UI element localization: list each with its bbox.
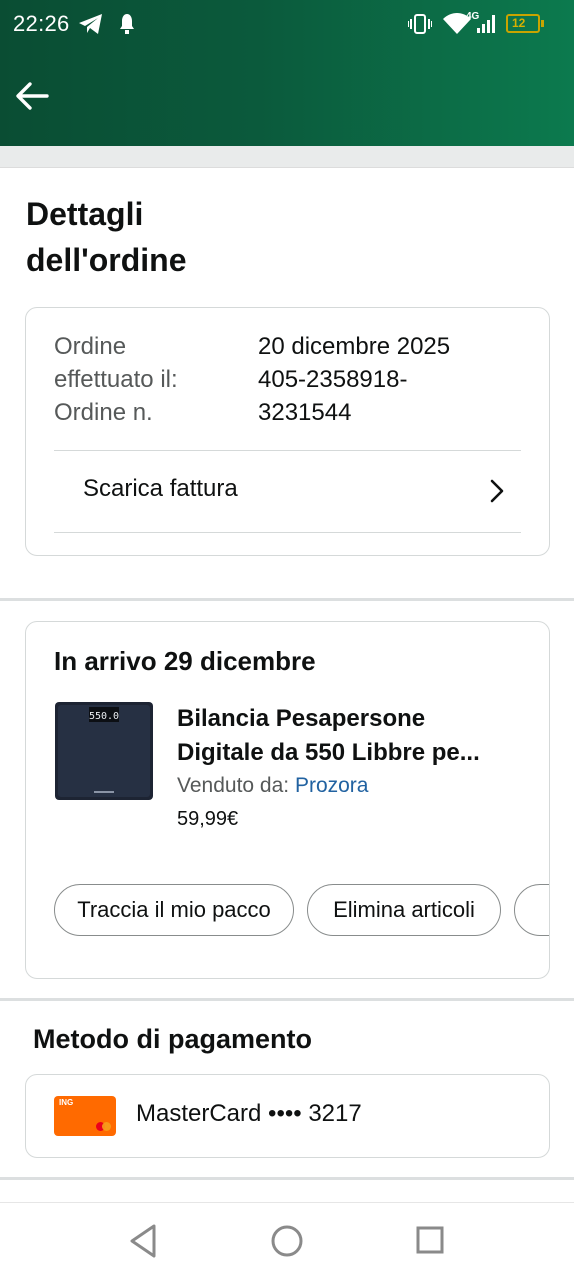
page-title-line: Dettagli [26, 196, 144, 232]
status-time: 22:26 [13, 11, 70, 36]
payment-method-title: Metodo di pagamento [33, 1024, 312, 1054]
seller-link[interactable]: Prozora [295, 774, 369, 797]
product-image[interactable]: 550.0 [54, 701, 154, 801]
payment-method-card[interactable]: ING MasterCard •••• 3217 [25, 1074, 550, 1158]
order-number-label: Ordine n. [54, 399, 153, 426]
sold-by-label: Venduto da: [177, 774, 290, 797]
arrow-left-icon [16, 82, 49, 110]
signal-icon [477, 15, 495, 33]
chevron-right-icon [490, 479, 504, 503]
download-invoice-label: Scarica fattura [83, 475, 238, 502]
product-price: 59,99€ [177, 808, 239, 830]
app-header: 22:26 4G 12 [0, 0, 574, 146]
product-title-line: Digitale da 550 Libbre pe... [177, 739, 480, 766]
vibrate-icon [408, 14, 432, 34]
system-navigation-bar [0, 1202, 574, 1280]
nav-home-button[interactable] [270, 1222, 304, 1260]
scale-display: 550.0 [89, 711, 119, 722]
product-title-link[interactable]: Bilancia Pesapersone Digitale da 550 Lib… [177, 702, 522, 770]
more-actions-button[interactable] [514, 884, 549, 936]
shipment-card: In arrivo 29 dicembre 550.0 Bilancia Pes… [25, 621, 550, 979]
delivery-status-title: In arrivo 29 dicembre [54, 646, 316, 676]
order-info-card: Ordine effettuato il: Ordine n. 20 dicem… [25, 307, 550, 556]
page-title-line: dell'ordine [26, 242, 187, 278]
page-title: Dettagli dell'ordine [26, 191, 326, 283]
order-info-values: 20 dicembre 2025 405-2358918- 3231544 [258, 330, 450, 429]
order-date: 20 dicembre 2025 [258, 333, 451, 360]
order-placed-label: Ordine [54, 333, 127, 360]
card-description: MasterCard •••• 3217 [136, 1100, 362, 1127]
scale-image: 550.0 [55, 702, 153, 800]
section-separator [0, 998, 574, 1001]
delete-items-button[interactable]: Elimina articoli [307, 884, 501, 936]
mastercard-circle [102, 1122, 111, 1131]
divider [54, 532, 521, 533]
order-number: 405-2358918- [258, 366, 408, 393]
telegram-icon [79, 14, 102, 34]
section-divider-band [0, 146, 574, 168]
order-info-labels: Ordine effettuato il: Ordine n. [54, 330, 178, 429]
status-bar: 22:26 4G 12 [0, 0, 574, 50]
download-invoice-row[interactable]: Scarica fattura [54, 451, 521, 533]
section-separator [0, 598, 574, 601]
nav-back-button[interactable] [128, 1222, 160, 1260]
product-title-line: Bilancia Pesapersone [177, 705, 426, 732]
card-brand-mark: ING [59, 1098, 74, 1107]
back-button[interactable] [14, 78, 58, 116]
seller-row: Venduto da: Prozora [177, 774, 368, 798]
order-number: 3231544 [258, 399, 352, 426]
credit-card-icon: ING [54, 1096, 116, 1136]
battery-level: 12 [512, 16, 526, 30]
battery-icon: 12 [506, 14, 544, 33]
section-separator [0, 1177, 574, 1180]
notification-icon [120, 14, 134, 34]
nav-recents-button[interactable] [414, 1222, 446, 1260]
order-placed-label: effettuato il: [54, 366, 178, 393]
track-package-button[interactable]: Traccia il mio pacco [54, 884, 294, 936]
